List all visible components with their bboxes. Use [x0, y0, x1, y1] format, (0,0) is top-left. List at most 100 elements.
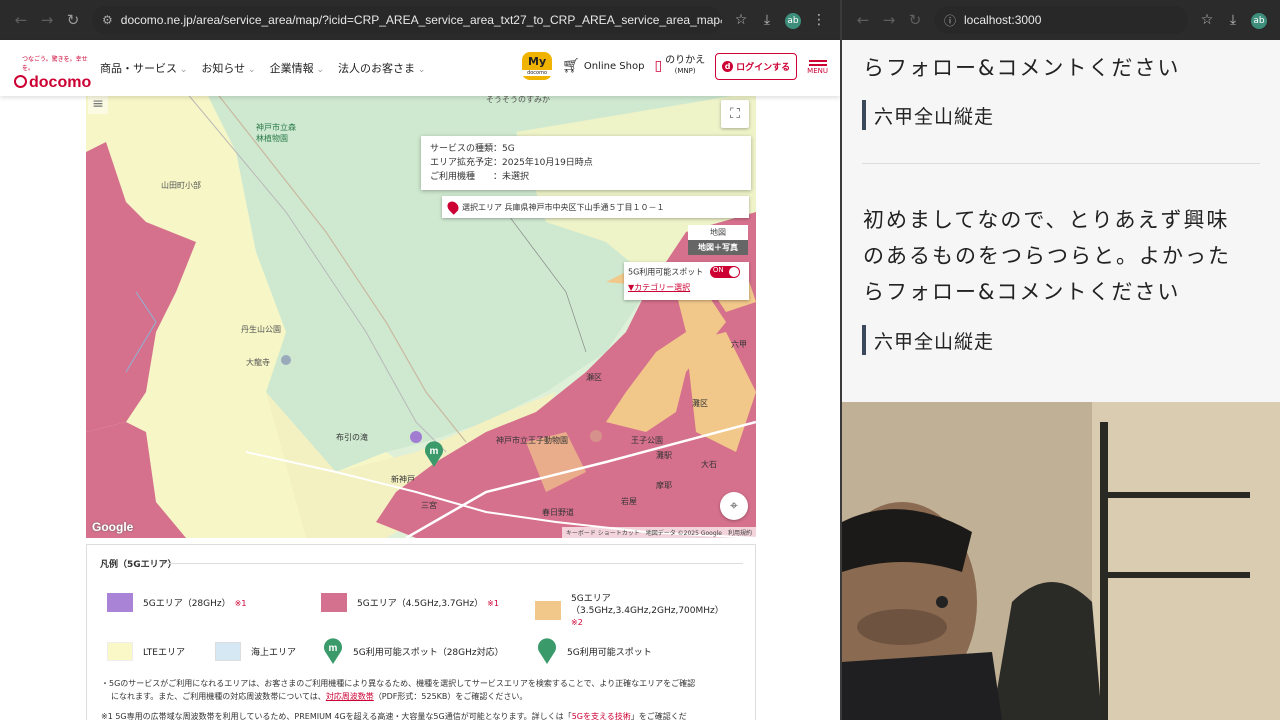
login-label: ログインする — [736, 62, 791, 73]
map-label: 布引の滝 — [336, 433, 368, 442]
5g-spot-28ghz-marker[interactable]: m — [424, 440, 444, 468]
map-label: 大龍寺 — [246, 358, 270, 367]
legend-label: LTEエリア — [143, 648, 185, 658]
swatch-28ghz — [107, 593, 133, 612]
mnp-label: のりかえ — [665, 55, 706, 66]
menu-label: MENU — [807, 66, 828, 75]
back-icon[interactable]: ← — [8, 11, 34, 29]
map-label: 丹生山公園 — [241, 325, 281, 334]
legend-label: 海上エリア — [251, 648, 297, 658]
download-icon[interactable]: ⤓ — [1220, 12, 1246, 28]
map-label: 摩耶 — [656, 481, 672, 490]
download-icon[interactable]: ⤓ — [754, 12, 780, 28]
back-icon[interactable]: ← — [850, 11, 876, 29]
nav-item-business[interactable]: 法人のお客さま — [338, 60, 425, 76]
info-icon[interactable]: ⓘ — [944, 12, 956, 29]
map-label: 大石 — [701, 460, 717, 469]
frequency-pdf-link[interactable]: 対応周波数帯 — [326, 692, 374, 701]
profile-avatar[interactable]: ab — [1246, 11, 1272, 29]
layer-menu-icon[interactable]: ≡ — [88, 96, 108, 114]
legend-label-2: （3.5GHz,3.4GHz,2GHz,700MHz） — [571, 606, 724, 616]
paragraph-line: らフォロー&コメントください — [863, 280, 1181, 304]
profile-avatar[interactable]: ab — [780, 11, 806, 29]
menu-button[interactable]: MENU — [807, 58, 828, 75]
forward-icon[interactable]: → — [34, 11, 60, 29]
legend-item: 5Gエリア（28GHz） ※1 — [107, 593, 246, 612]
my-docomo-button[interactable]: My docomo — [522, 52, 553, 80]
spot-label: 5G利用可能スポット — [628, 267, 704, 277]
nav-item-products[interactable]: 商品・サービス — [100, 60, 187, 76]
legend-item: 5Gエリア（4.5GHz,3.7GHz） ※1 — [321, 593, 499, 612]
footnote-text: （PDF形式：525KB）をご確認ください。 — [373, 692, 528, 701]
heading-text: 六甲全山縦走 — [874, 330, 995, 353]
nav-item-corporate[interactable]: 企業情報 — [270, 60, 324, 76]
map-label: 神戸市立森林植物園 — [256, 123, 296, 143]
address-text: docomo.ne.jp/area/service_area/map/?icid… — [120, 13, 722, 27]
docomo-logo[interactable]: つなごう。驚きを。幸せを。 docomo — [14, 54, 94, 92]
map-attribution[interactable]: キーボード ショートカット 地図データ ©2025 Google 利用規約 — [561, 527, 756, 538]
section-heading: 六甲全山縦走 — [862, 325, 994, 355]
bookmark-star-icon[interactable]: ☆ — [1194, 12, 1220, 28]
profile-icon: ab — [785, 13, 801, 29]
blog-content: らフォロー&コメントください 六甲全山縦走 初めましてなので、とりあえず興味 の… — [842, 40, 1280, 402]
paragraph-line: 初めましてなので、とりあえず興味 — [863, 208, 1230, 232]
header-actions: My docomo 🛒︎ Online Shop ▯ のりかえ (MNP) d ログインす… — [522, 52, 828, 80]
footnote-text: になれます。また、ご利用機種の対応周波数帯については、 — [111, 692, 326, 701]
menu-dots-icon[interactable]: ⋮ — [806, 12, 832, 28]
profile-icon: ab — [1251, 13, 1267, 29]
logo-tagline: つなごう。驚きを。幸せを。 — [22, 56, 88, 72]
selected-area-text: 選択エリア 兵庫県神戸市中央区下山手通５丁目１０－１ — [462, 202, 665, 212]
google-logo: Google — [92, 520, 134, 534]
legend-footnote-2: ※1 5G専用の広帯域な周波数帯を利用しているため、PREMIUM 4Gを超える… — [101, 710, 751, 720]
divider-line — [862, 163, 1260, 164]
legend-item: m 5G利用可能スポット（28GHz対応） — [323, 637, 504, 665]
map-type-switch: 地図 地図＋写真 — [688, 225, 748, 255]
swatch-lte — [107, 642, 133, 661]
d-account-icon: d — [722, 60, 734, 72]
map-label: 神戸市立王子動物園 — [496, 436, 568, 445]
my-location-icon[interactable]: ⌖ — [720, 492, 748, 520]
area-map[interactable]: ≡ 山田町小部 神戸市立森林植物園 そうそうのすみか 丹生山公園 大龍寺 布引の… — [86, 92, 756, 538]
fullscreen-icon[interactable]: ⛶ — [721, 100, 749, 128]
my-sub: docomo — [522, 70, 553, 76]
legend-footnote-1: ・5Gのサービスがご利用になれるエリアは、お客さまのご利用機種により異なるため、… — [101, 677, 751, 703]
legend-note: ※1 — [234, 599, 247, 608]
address-text: localhost:3000 — [964, 13, 1042, 27]
legend-panel: 凡例（5Gエリア） 5Gエリア（28GHz） ※1 5Gエリア（4.5GHz,3.… — [86, 544, 756, 720]
site-info-icon[interactable]: ⚙ — [102, 13, 113, 27]
address-bar[interactable]: ⓘ localhost:3000 — [934, 6, 1188, 34]
category-select[interactable]: ▼カテゴリー選択 — [628, 282, 745, 293]
mnp-link[interactable]: ▯ のりかえ (MNP) — [654, 56, 705, 76]
nav-item-news[interactable]: お知らせ — [201, 60, 255, 76]
map-label: 岩屋 — [621, 497, 637, 506]
webcam-overlay — [842, 402, 1280, 720]
map-label: 春日野道 — [542, 508, 574, 517]
address-bar[interactable]: ⚙ docomo.ne.jp/area/service_area/map/?ic… — [92, 6, 722, 34]
bookmark-star-icon[interactable]: ☆ — [728, 12, 754, 28]
legend-label: 5Gエリア — [571, 594, 611, 604]
map-type-satellite[interactable]: 地図＋写真 — [688, 240, 748, 255]
selected-area-bar[interactable]: 選択エリア 兵庫県神戸市中央区下山手通５丁目１０－１ — [442, 196, 749, 218]
forward-icon[interactable]: → — [876, 11, 902, 29]
swatch-4-5ghz — [321, 593, 347, 612]
reload-icon[interactable]: ↻ — [60, 11, 86, 29]
reload-icon[interactable]: ↻ — [902, 11, 928, 29]
spot-toggle[interactable]: ON — [709, 266, 740, 278]
location-pin-icon — [445, 199, 461, 215]
footnote-text: 」をご確認くだ — [630, 712, 687, 720]
5g-tech-link[interactable]: 5Gを支える技術 — [572, 712, 631, 720]
area-info-panel: サービスの種類：5G エリア拡充予定：2025年10月19日時点 ご利用機種 ：… — [421, 136, 751, 190]
map-label: 山田町小部 — [161, 181, 201, 190]
toggle-label: ON — [712, 266, 724, 274]
login-button[interactable]: d ログインする — [715, 52, 798, 80]
map-type-map[interactable]: 地図 — [688, 225, 748, 240]
svg-text:m: m — [329, 643, 338, 654]
logo-mark-icon — [14, 75, 27, 88]
legend-note: ※1 — [487, 599, 499, 608]
heading-text: 六甲全山縦走 — [874, 105, 995, 128]
mnp-icon: ▯ — [654, 58, 663, 74]
info-date: エリア拡充予定：2025年10月19日時点 — [430, 158, 593, 168]
online-shop-link[interactable]: 🛒︎ Online Shop — [562, 58, 644, 74]
my-label: My — [528, 55, 547, 68]
map-label: 新神戸 — [391, 475, 415, 484]
